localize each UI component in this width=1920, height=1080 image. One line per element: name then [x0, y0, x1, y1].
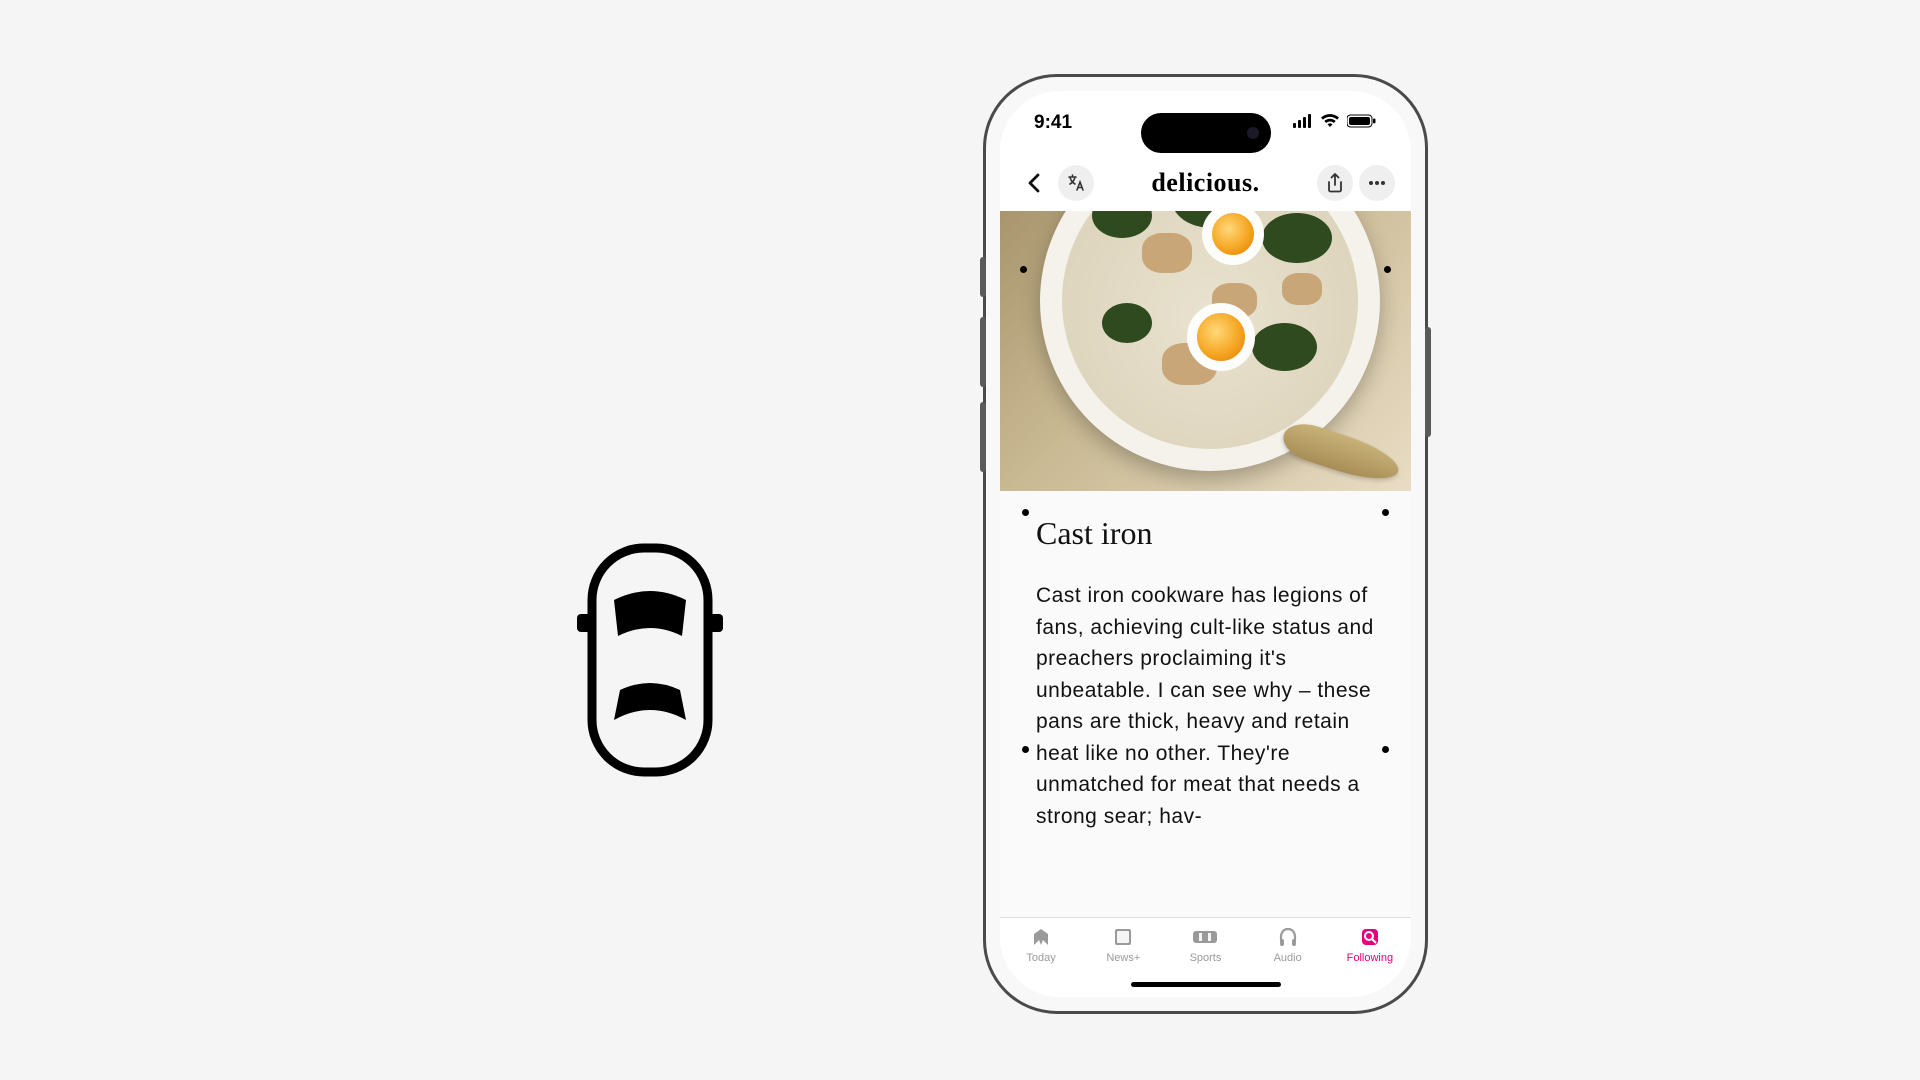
nav-bar: delicious.	[1000, 155, 1411, 211]
more-button[interactable]	[1359, 165, 1395, 201]
phone-side-button	[980, 317, 986, 387]
wifi-icon	[1320, 114, 1340, 133]
tab-sports[interactable]: Sports	[1169, 925, 1241, 964]
share-button[interactable]	[1317, 165, 1353, 201]
article-body: Cast iron Cast iron cookware has legions…	[1000, 491, 1411, 832]
home-indicator[interactable]	[1131, 982, 1281, 987]
newsplus-icon	[1112, 925, 1134, 949]
crop-marker-icon	[1384, 266, 1391, 273]
crop-marker-icon	[1382, 746, 1389, 753]
publication-title: delicious.	[1094, 168, 1317, 198]
tab-label: Today	[1026, 952, 1055, 964]
cellular-signal-icon	[1293, 114, 1313, 133]
translate-button[interactable]	[1058, 165, 1094, 201]
dynamic-island	[1141, 113, 1271, 153]
crop-marker-icon	[1020, 266, 1027, 273]
article-scroll-area[interactable]: Cast iron Cast iron cookware has legions…	[1000, 211, 1411, 917]
crop-marker-icon	[1022, 509, 1029, 516]
article-paragraph: Cast iron cookware has legions of fans, …	[1036, 580, 1375, 832]
tab-label: Sports	[1190, 952, 1222, 964]
back-button[interactable]	[1016, 165, 1052, 201]
headphones-icon	[1277, 925, 1299, 949]
tab-newsplus[interactable]: News+	[1087, 925, 1159, 964]
news-icon	[1030, 925, 1052, 949]
tab-label: Following	[1347, 952, 1393, 964]
article-hero-image	[1000, 211, 1411, 491]
phone-side-button	[1425, 327, 1431, 437]
article-heading: Cast iron	[1036, 515, 1375, 552]
following-icon	[1359, 925, 1381, 949]
tab-label: News+	[1106, 952, 1140, 964]
phone-side-button	[980, 402, 986, 472]
tab-today[interactable]: Today	[1005, 925, 1077, 964]
car-top-view-icon	[570, 540, 730, 785]
phone-mockup: 9:41	[983, 74, 1428, 1014]
status-time: 9:41	[1034, 112, 1072, 134]
phone-side-button	[980, 257, 986, 297]
crop-marker-icon	[1022, 746, 1029, 753]
tab-audio[interactable]: Audio	[1252, 925, 1324, 964]
tab-following[interactable]: Following	[1334, 925, 1406, 964]
sports-icon	[1192, 925, 1218, 949]
battery-icon	[1347, 114, 1377, 133]
crop-marker-icon	[1382, 509, 1389, 516]
tab-label: Audio	[1274, 952, 1302, 964]
